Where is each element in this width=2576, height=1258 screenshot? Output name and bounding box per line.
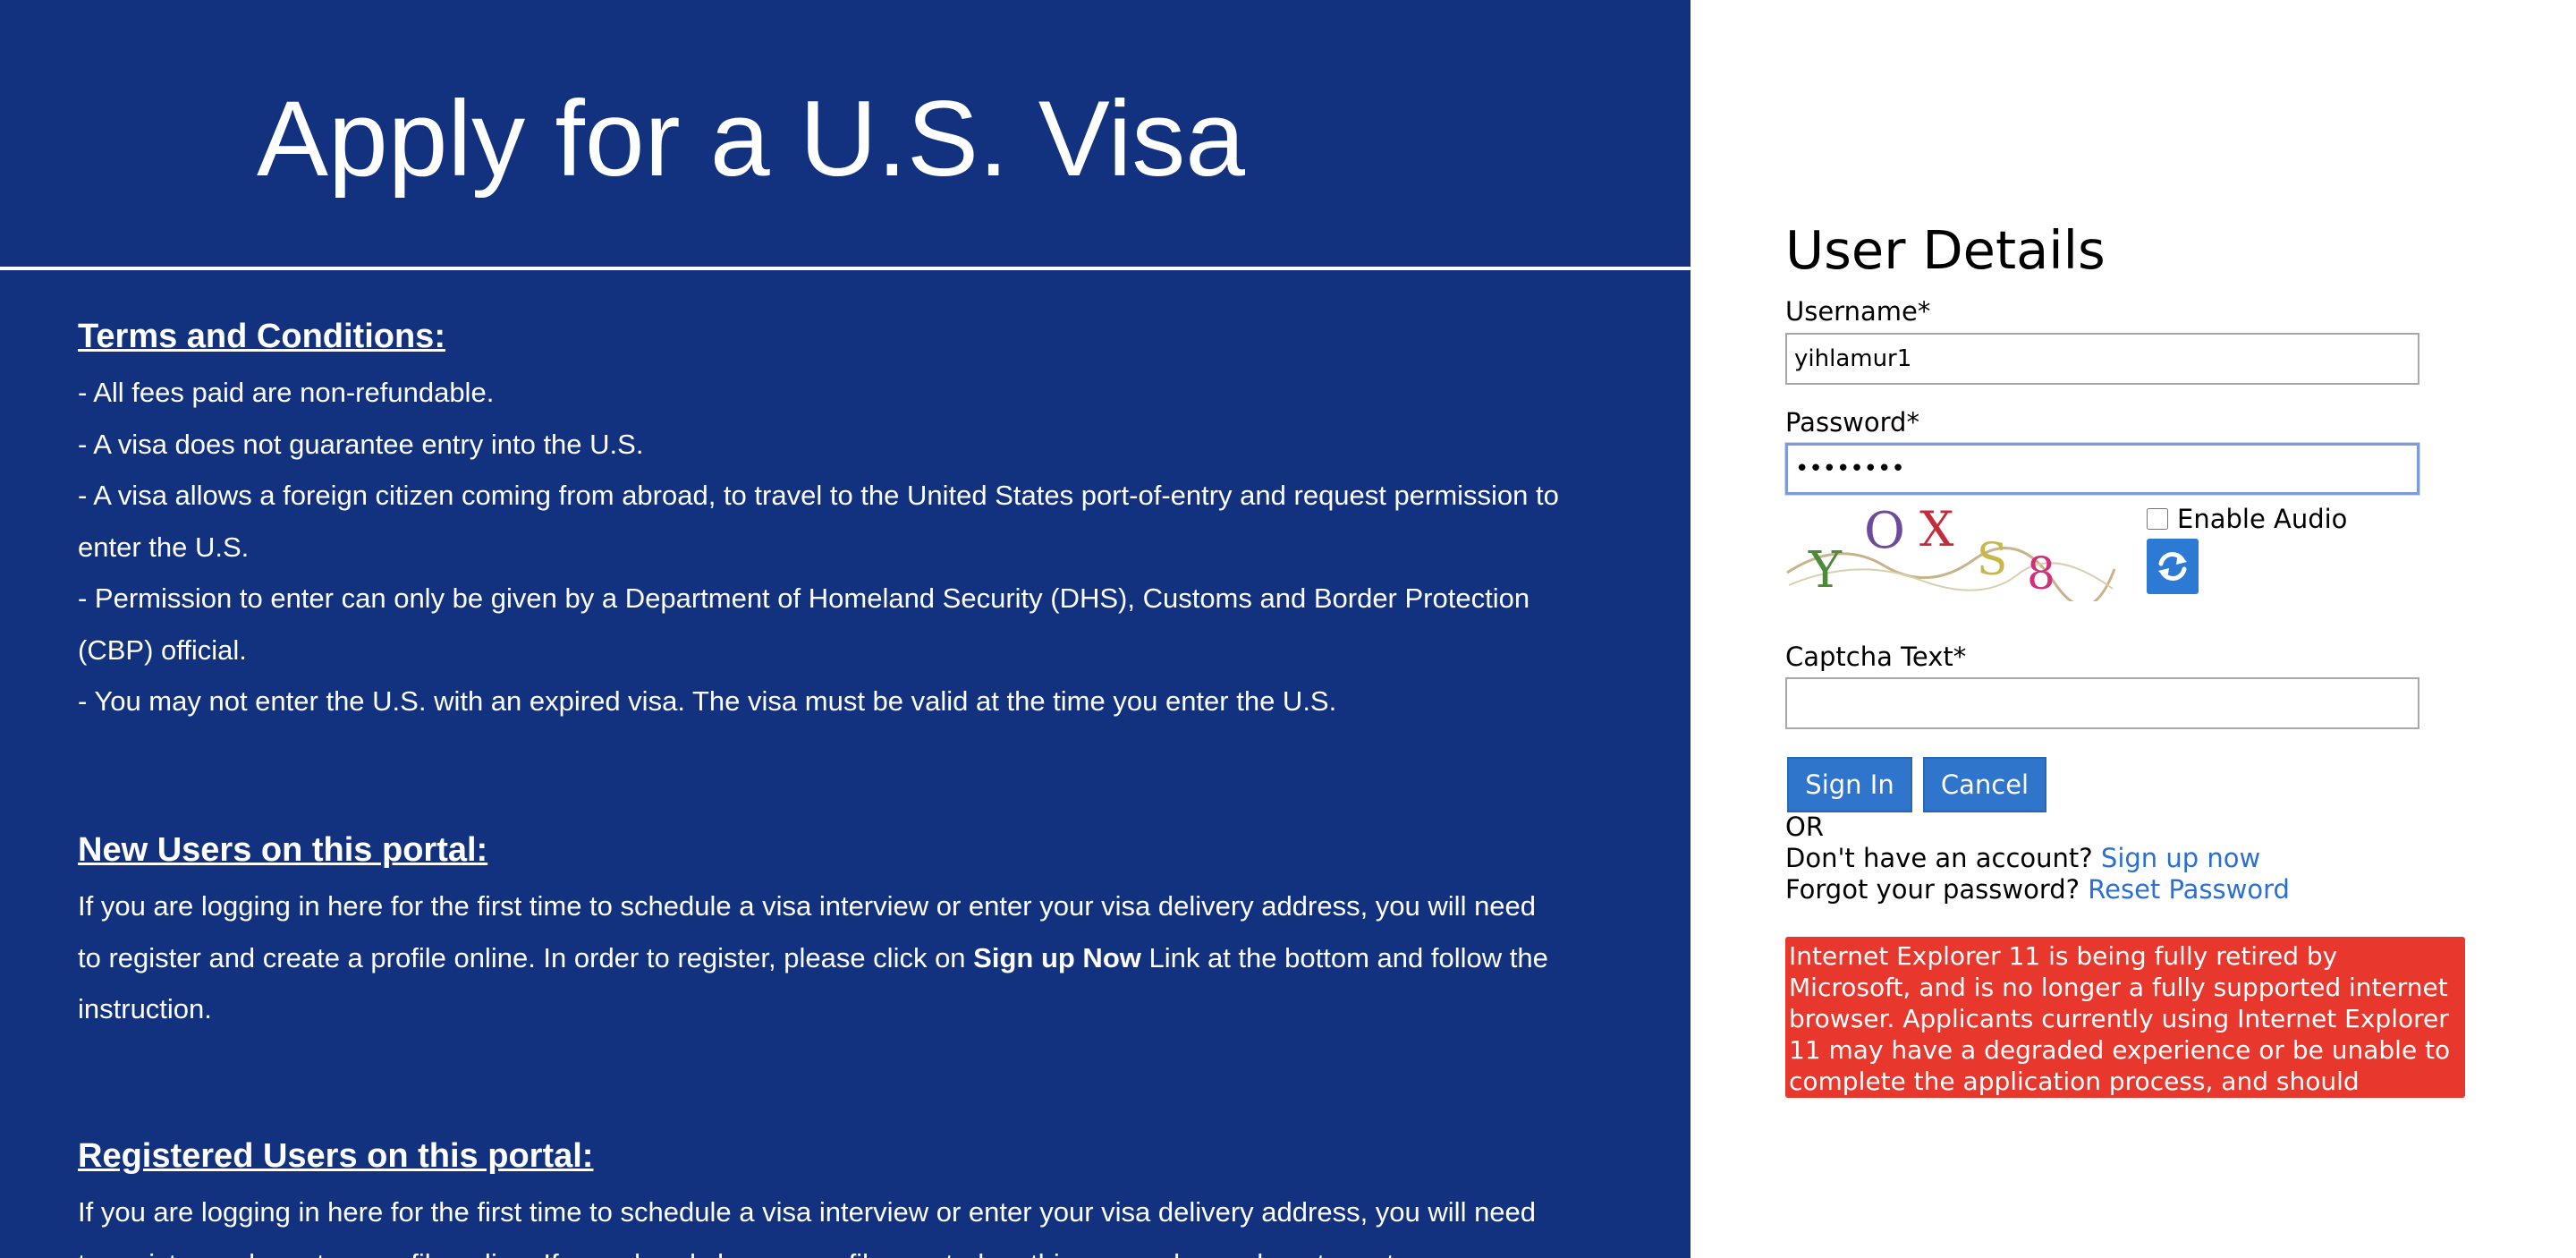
svg-text:S: S xyxy=(1977,533,2007,585)
new-users-text: If you are logging in here for the first… xyxy=(78,880,1563,1035)
terms-item: - You may not enter the U.S. with an exp… xyxy=(78,685,1337,717)
header-divider xyxy=(0,267,1690,270)
login-panel: User Details Username* Password* Y O X S… xyxy=(1785,0,2555,1258)
registered-users-heading: Registered Users on this portal: xyxy=(78,1137,594,1175)
svg-text:8: 8 xyxy=(2027,548,2055,599)
new-users-heading: New Users on this portal: xyxy=(78,831,488,869)
no-account-text: Don't have an account? xyxy=(1785,843,2093,873)
user-details-title: User Details xyxy=(1785,219,2106,281)
sign-up-link[interactable]: Sign up now xyxy=(2101,843,2260,873)
page-title: Apply for a U.S. Visa xyxy=(257,79,1245,199)
svg-text:X: X xyxy=(1919,503,1954,557)
enable-audio-label: Enable Audio xyxy=(2177,504,2348,534)
cancel-button[interactable]: Cancel xyxy=(1923,757,2046,812)
password-label: Password* xyxy=(1785,407,1919,438)
terms-heading: Terms and Conditions: xyxy=(78,318,445,355)
info-panel: Apply for a U.S. Visa Terms and Conditio… xyxy=(0,0,1690,1258)
enable-audio-checkbox[interactable] xyxy=(2147,508,2168,530)
forgot-password-line: Forgot your password? Reset Password xyxy=(1785,873,2290,905)
terms-item: - All fees paid are non-refundable. xyxy=(78,377,495,408)
refresh-icon xyxy=(2158,552,2187,581)
terms-section: Terms and Conditions: - All fees paid ar… xyxy=(78,313,1563,727)
captcha-image: Y O X S 8 xyxy=(1786,503,2116,601)
reset-password-link[interactable]: Reset Password xyxy=(2088,874,2290,905)
registered-users-text: If you are logging in here for the first… xyxy=(78,1196,1537,1258)
captcha-text-label: Captcha Text* xyxy=(1785,642,1967,672)
sign-in-button[interactable]: Sign In xyxy=(1787,757,1912,812)
registered-users-section: Registered Users on this portal: If you … xyxy=(78,1133,1563,1258)
forgot-password-text: Forgot your password? xyxy=(1785,874,2080,905)
terms-item: - Permission to enter can only be given … xyxy=(78,582,1530,666)
captcha-refresh-button[interactable] xyxy=(2147,539,2199,594)
password-input[interactable] xyxy=(1785,443,2419,495)
username-input[interactable] xyxy=(1785,333,2419,385)
terms-item: - A visa allows a foreign citizen coming… xyxy=(78,480,1559,563)
new-users-section: New Users on this portal: If you are log… xyxy=(78,827,1563,1035)
signup-line: Don't have an account? Sign up now xyxy=(1785,842,2260,874)
svg-text:Y: Y xyxy=(1808,541,1843,599)
terms-item: - A visa does not guarantee entry into t… xyxy=(78,428,644,460)
username-label: Username* xyxy=(1785,296,1931,327)
or-text: OR xyxy=(1785,812,1824,842)
enable-audio[interactable]: Enable Audio xyxy=(2147,503,2347,535)
new-users-signup-emphasis: Sign up Now xyxy=(973,941,1141,973)
captcha-input[interactable] xyxy=(1785,677,2419,729)
svg-text:O: O xyxy=(1864,503,1905,560)
ie-retirement-notice: Internet Explorer 11 is being fully reti… xyxy=(1785,937,2465,1127)
